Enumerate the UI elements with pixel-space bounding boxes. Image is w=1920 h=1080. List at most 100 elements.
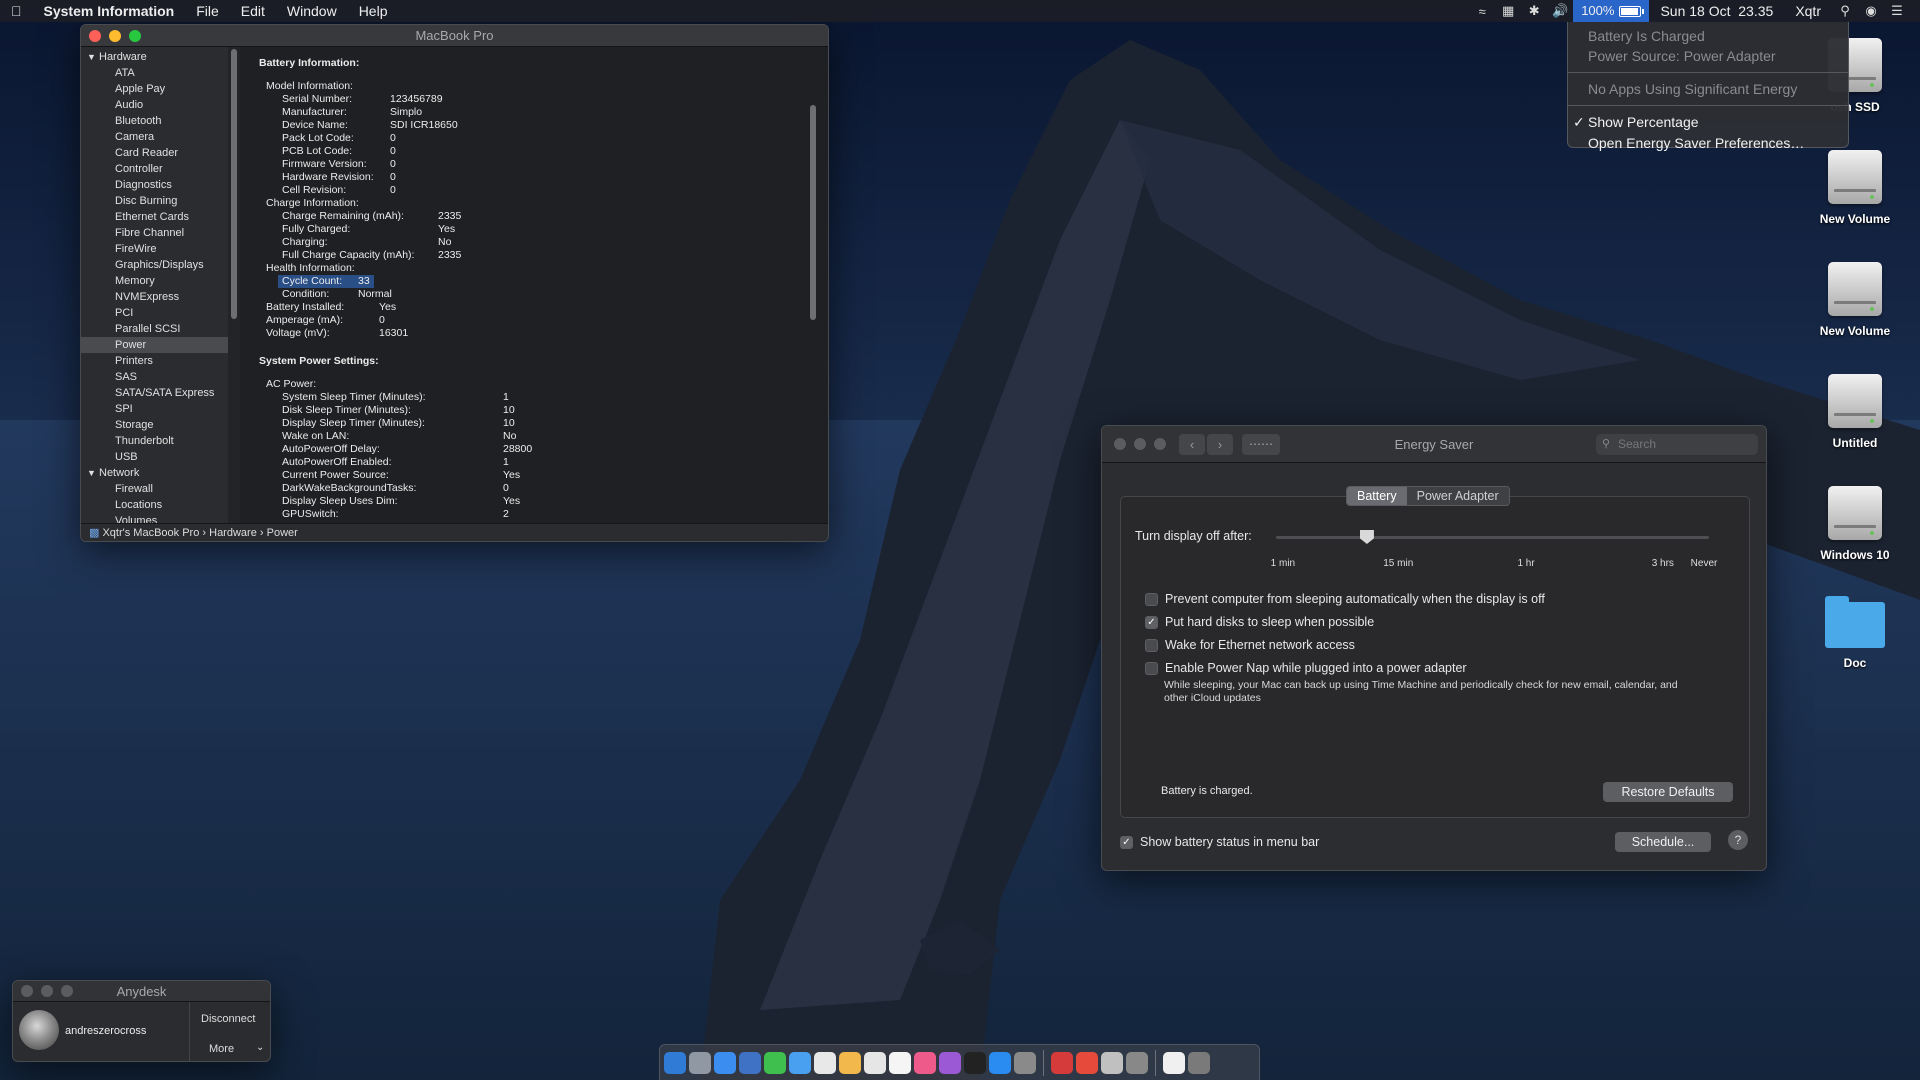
- chevron-down-icon[interactable]: ⌄: [256, 1042, 264, 1053]
- dock-app-icon[interactable]: [889, 1051, 911, 1074]
- dock-app-icon[interactable]: [1051, 1051, 1073, 1074]
- scrollbar-thumb[interactable]: [231, 49, 237, 319]
- dock-app-icon[interactable]: [689, 1051, 711, 1074]
- disconnect-button[interactable]: Disconnect: [201, 1013, 255, 1025]
- desktop-icon-new-volume[interactable]: New Volume: [1800, 262, 1910, 338]
- sidebar-item-printers[interactable]: Printers: [81, 353, 228, 369]
- sidebar-item-thunderbolt[interactable]: Thunderbolt: [81, 433, 228, 449]
- clock[interactable]: Sun 18 Oct 23.35: [1649, 0, 1784, 22]
- sidebar-item-audio[interactable]: Audio: [81, 97, 228, 113]
- checkbox-checked[interactable]: ✓: [1145, 615, 1158, 629]
- desktop-icon-untitled[interactable]: Untitled: [1800, 374, 1910, 450]
- path-power[interactable]: Power: [267, 527, 298, 539]
- sidebar-item-pci[interactable]: PCI: [81, 305, 228, 321]
- sidebar-item-graphics-displays[interactable]: Graphics/Displays: [81, 257, 228, 273]
- search-input[interactable]: ⚲ Search: [1596, 434, 1758, 455]
- activity-monitor-icon[interactable]: ▦: [1495, 3, 1521, 19]
- dock-app-icon[interactable]: [814, 1051, 836, 1074]
- tab-power-adapter[interactable]: Power Adapter: [1406, 487, 1509, 505]
- scrollbar-thumb[interactable]: [810, 105, 816, 320]
- forward-button[interactable]: ›: [1207, 434, 1233, 455]
- schedule-button[interactable]: Schedule...: [1615, 832, 1711, 852]
- sidebar-item-apple-pay[interactable]: Apple Pay: [81, 81, 228, 97]
- sidebar-item-storage[interactable]: Storage: [81, 417, 228, 433]
- app-menu[interactable]: System Information: [33, 0, 186, 22]
- display-sleep-slider[interactable]: [1276, 530, 1709, 544]
- show-battery-status-checkbox[interactable]: ✓ Show battery status in menu bar: [1120, 835, 1319, 849]
- dock-app-icon[interactable]: [964, 1051, 986, 1074]
- sidebar-group-network[interactable]: ▼ Network: [81, 465, 228, 481]
- user-menu[interactable]: Xqtr: [1784, 0, 1832, 22]
- sidebar-item-spi[interactable]: SPI: [81, 401, 228, 417]
- show-all-grid-icon[interactable]: ⋯⋯: [1242, 434, 1280, 455]
- dock-app-icon[interactable]: [1188, 1051, 1210, 1074]
- dock-app-icon[interactable]: [864, 1051, 886, 1074]
- disclosure-triangle-icon[interactable]: ▼: [87, 49, 99, 65]
- sysinfo-titlebar[interactable]: MacBook Pro: [81, 25, 828, 47]
- sidebar-item-ata[interactable]: ATA: [81, 65, 228, 81]
- checkbox-checked[interactable]: ✓: [1120, 835, 1133, 849]
- dock-app-icon[interactable]: [739, 1051, 761, 1074]
- desktop-icon-new-volume[interactable]: New Volume: [1800, 150, 1910, 226]
- checkbox-unchecked[interactable]: [1145, 638, 1158, 652]
- wifi-icon[interactable]: ≈: [1469, 4, 1495, 19]
- dock-app-icon[interactable]: [1126, 1051, 1148, 1074]
- checkbox-unchecked[interactable]: [1145, 661, 1158, 675]
- restore-defaults-button[interactable]: Restore Defaults: [1603, 782, 1733, 802]
- battery-status-item[interactable]: 100%: [1573, 0, 1650, 22]
- zoom-button[interactable]: [1154, 438, 1166, 450]
- dock-app-icon[interactable]: [714, 1051, 736, 1074]
- tab-battery[interactable]: Battery: [1347, 487, 1407, 505]
- sidebar-item-nvmexpress[interactable]: NVMExpress: [81, 289, 228, 305]
- sidebar-item-camera[interactable]: Camera: [81, 129, 228, 145]
- minimize-button[interactable]: [41, 985, 53, 997]
- notification-center-icon[interactable]: ☰: [1884, 3, 1910, 19]
- disclosure-triangle-icon[interactable]: ▼: [87, 465, 99, 481]
- bluetooth-icon[interactable]: ✱: [1521, 3, 1547, 19]
- open-energy-saver-menu-item[interactable]: Open Energy Saver Preferences…: [1568, 133, 1848, 154]
- apple-menu-icon[interactable]: : [0, 0, 33, 22]
- dock-app-icon[interactable]: [839, 1051, 861, 1074]
- anydesk-titlebar[interactable]: Anydesk: [13, 981, 270, 1002]
- sidebar-item-parallel-scsi[interactable]: Parallel SCSI: [81, 321, 228, 337]
- help-button[interactable]: ?: [1728, 830, 1748, 850]
- volume-icon[interactable]: 🔊: [1547, 3, 1573, 19]
- dock-app-icon[interactable]: [939, 1051, 961, 1074]
- siri-icon[interactable]: ◉: [1858, 3, 1884, 19]
- show-percentage-menu-item[interactable]: ✓ Show Percentage: [1568, 112, 1848, 133]
- sidebar-item-volumes[interactable]: Volumes: [81, 513, 228, 523]
- menu-file[interactable]: File: [185, 0, 230, 22]
- dock-app-icon[interactable]: [914, 1051, 936, 1074]
- desktop-icon-doc[interactable]: Doc: [1800, 596, 1910, 670]
- energy-option-checkbox[interactable]: Enable Power Nap while plugged into a po…: [1145, 661, 1467, 675]
- path-hardware[interactable]: Hardware: [209, 527, 257, 539]
- zoom-button[interactable]: [129, 30, 141, 42]
- dock-app-icon[interactable]: [1076, 1051, 1098, 1074]
- close-button[interactable]: [21, 985, 33, 997]
- sidebar-group-hardware[interactable]: ▼ Hardware: [81, 49, 228, 65]
- sidebar-scrollbar[interactable]: [228, 47, 240, 523]
- back-button[interactable]: ‹: [1179, 434, 1205, 455]
- energy-option-checkbox[interactable]: Prevent computer from sleeping automatic…: [1145, 592, 1545, 606]
- sidebar-item-firewire[interactable]: FireWire: [81, 241, 228, 257]
- dock-app-icon[interactable]: [764, 1051, 786, 1074]
- sidebar-item-sata-sata-express[interactable]: SATA/SATA Express: [81, 385, 228, 401]
- desktop-icon-windows-10[interactable]: Windows 10: [1800, 486, 1910, 562]
- sidebar-item-sas[interactable]: SAS: [81, 369, 228, 385]
- zoom-button[interactable]: [61, 985, 73, 997]
- energy-option-checkbox[interactable]: ✓ Put hard disks to sleep when possible: [1145, 615, 1374, 629]
- sidebar-item-card-reader[interactable]: Card Reader: [81, 145, 228, 161]
- menu-edit[interactable]: Edit: [230, 0, 276, 22]
- path-computer[interactable]: Xqtr's MacBook Pro: [102, 527, 199, 539]
- minimize-button[interactable]: [109, 30, 121, 42]
- more-button[interactable]: More: [209, 1043, 234, 1055]
- energy-option-checkbox[interactable]: Wake for Ethernet network access: [1145, 638, 1355, 652]
- spotlight-search-icon[interactable]: ⚲: [1832, 3, 1858, 19]
- sidebar-item-controller[interactable]: Controller: [81, 161, 228, 177]
- sidebar-item-locations[interactable]: Locations: [81, 497, 228, 513]
- menu-window[interactable]: Window: [276, 0, 348, 22]
- dock-app-icon[interactable]: [664, 1051, 686, 1074]
- sidebar-item-usb[interactable]: USB: [81, 449, 228, 465]
- sidebar-item-ethernet-cards[interactable]: Ethernet Cards: [81, 209, 228, 225]
- menu-help[interactable]: Help: [348, 0, 399, 22]
